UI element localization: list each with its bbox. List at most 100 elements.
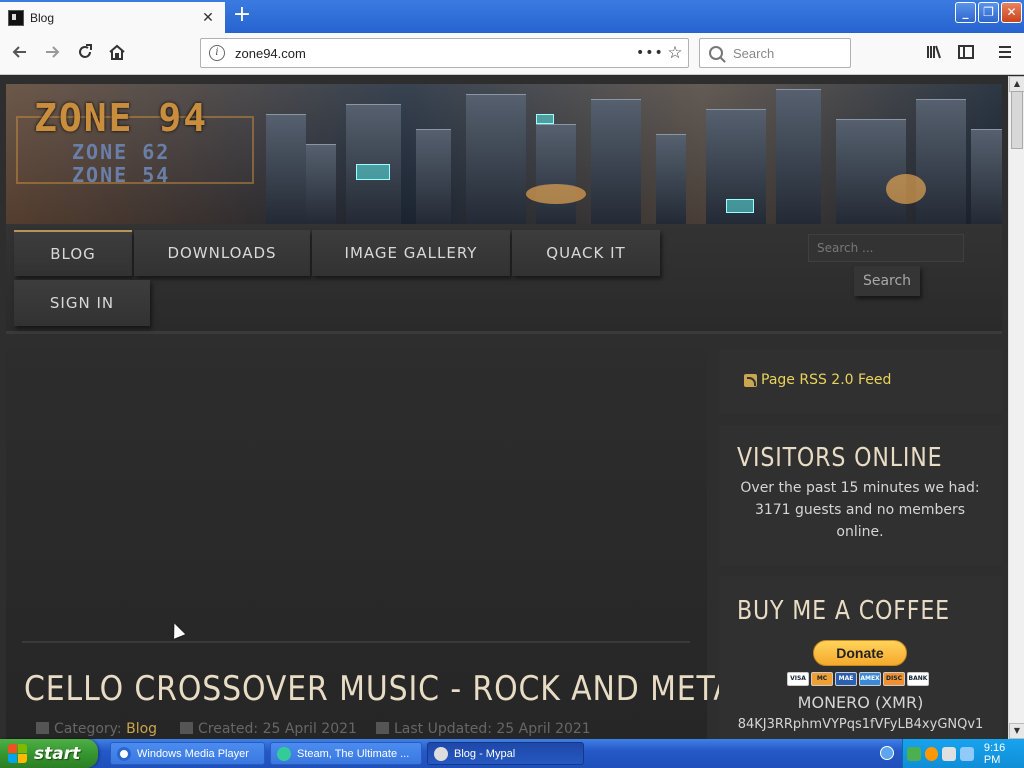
- tray-expand-icon[interactable]: [880, 746, 894, 760]
- visa-card-icon: VISA: [787, 672, 809, 686]
- forward-arrow-icon[interactable]: [40, 42, 64, 66]
- mastercard-icon: MC: [811, 672, 833, 686]
- bank-icon: BANK: [907, 672, 929, 686]
- nav-item-downloads[interactable]: DOWNLOADS: [134, 230, 310, 276]
- maestro-icon: MAE: [835, 672, 857, 686]
- nav-item-quack-it[interactable]: QUACK IT: [512, 230, 660, 276]
- amex-icon: AMEX: [859, 672, 881, 686]
- category-link[interactable]: Blog: [126, 721, 157, 737]
- page-scrollbar[interactable]: ▲ ▼: [1008, 76, 1024, 739]
- banner-building: [416, 129, 451, 224]
- coin-name: MONERO (XMR): [797, 693, 924, 712]
- site-info-icon[interactable]: i: [209, 45, 225, 61]
- back-arrow-icon[interactable]: [8, 42, 32, 66]
- banner-building: [656, 134, 686, 224]
- nav-item-sign-in[interactable]: SIGN IN: [14, 280, 150, 326]
- rss-panel: Page RSS 2.0 Feed: [719, 349, 1002, 413]
- window-controls: _ ❐ ✕: [955, 2, 1022, 23]
- banner-building: [776, 89, 821, 224]
- banner-building: [916, 99, 966, 224]
- start-button[interactable]: start: [0, 739, 98, 768]
- site-search-button[interactable]: Search: [854, 266, 920, 296]
- banner-neon-sign: [356, 164, 390, 180]
- windows-logo-icon: [8, 743, 28, 764]
- browser-toolbar: i zone94.com ••• ☆ Search: [0, 33, 1024, 75]
- start-label: start: [34, 743, 81, 764]
- browser-tab-strip: Blog ✕ + _ ❐ ✕: [0, 0, 1024, 33]
- calendar-icon: [180, 722, 193, 734]
- divider: [22, 641, 690, 643]
- media-player-icon: [117, 746, 131, 761]
- banner-building: [971, 129, 1002, 224]
- site-header-banner[interactable]: ZONE 94 ZONE 62 ZONE 54: [6, 84, 1002, 224]
- reload-icon[interactable]: [73, 42, 97, 66]
- address-bar[interactable]: i zone94.com ••• ☆: [200, 38, 689, 68]
- site-search-input[interactable]: Search ...: [808, 234, 964, 262]
- rss-link[interactable]: Page RSS 2.0 Feed: [761, 372, 891, 388]
- url-text[interactable]: zone94.com: [235, 46, 636, 61]
- volume-icon[interactable]: [942, 746, 957, 761]
- article-category: Category: Blog: [36, 721, 157, 737]
- banner-building: [591, 99, 641, 224]
- search-placeholder: Search: [733, 45, 775, 61]
- logo-subtitle: ZONE 54: [72, 163, 171, 187]
- taskbar-item-media-player[interactable]: Windows Media Player: [110, 742, 265, 765]
- taskbar-item-blog-mypal[interactable]: Blog - Mypal: [427, 742, 584, 765]
- search-icon: [709, 46, 723, 60]
- folder-icon: [36, 722, 49, 734]
- banner-light: [886, 174, 926, 204]
- scroll-down-icon[interactable]: ▼: [1009, 723, 1024, 739]
- rss-icon: [744, 374, 757, 387]
- new-tab-button[interactable]: +: [230, 4, 254, 28]
- windows-taskbar: start Windows Media Player Steam, The Ul…: [0, 739, 1024, 768]
- donate-button[interactable]: Donate: [813, 640, 907, 666]
- system-tray: 9:16 PM: [902, 739, 1024, 768]
- visitors-heading: VISITORS ONLINE: [737, 443, 943, 473]
- banner-light: [526, 184, 586, 204]
- scroll-thumb[interactable]: [1011, 91, 1023, 149]
- scroll-up-icon[interactable]: ▲: [1009, 76, 1024, 92]
- maximize-button[interactable]: ❐: [978, 2, 999, 23]
- close-tab-icon[interactable]: ✕: [199, 10, 217, 26]
- bookmark-star-icon[interactable]: ☆: [662, 43, 688, 63]
- calendar-icon: [376, 722, 389, 734]
- browser-search-input[interactable]: Search: [699, 38, 851, 68]
- browser-tab-blog[interactable]: Blog ✕: [0, 2, 225, 33]
- display-icon[interactable]: [960, 746, 974, 761]
- page-actions-icon[interactable]: •••: [636, 45, 663, 61]
- banner-building: [466, 94, 526, 224]
- steam-icon: [277, 746, 291, 761]
- home-icon[interactable]: [105, 42, 129, 66]
- tab-title: Blog: [30, 10, 55, 25]
- clock[interactable]: 9:16 PM: [984, 742, 1024, 766]
- network-icon[interactable]: [907, 746, 921, 761]
- discover-icon: DISC: [883, 672, 905, 686]
- coffee-panel: BUY ME A COFFEE Donate VISA MC MAE AMEX …: [719, 576, 1002, 739]
- article-created: Created: 25 April 2021: [180, 721, 357, 737]
- security-icon[interactable]: [924, 746, 939, 761]
- library-icon[interactable]: [922, 42, 946, 66]
- nav-item-blog[interactable]: BLOG: [14, 230, 132, 276]
- sidebar-icon[interactable]: [954, 42, 978, 66]
- article-updated: Last Updated: 25 April 2021: [376, 721, 591, 737]
- payment-cards: VISA MC MAE AMEX DISC BANK: [787, 672, 929, 686]
- site-nav: BLOG DOWNLOADS IMAGE GALLERY QUACK IT SI…: [6, 224, 1002, 334]
- close-window-button[interactable]: ✕: [1001, 2, 1022, 23]
- site-favicon-icon: [8, 9, 24, 26]
- nav-item-image-gallery[interactable]: IMAGE GALLERY: [312, 230, 510, 276]
- banner-building: [536, 124, 576, 224]
- main-content: CELLO CROSSOVER MUSIC - ROCK AND METAL C…: [6, 349, 751, 739]
- article-title[interactable]: CELLO CROSSOVER MUSIC - ROCK AND METAL: [24, 669, 752, 709]
- site-logo[interactable]: ZONE 94: [34, 96, 208, 140]
- coin-address[interactable]: 84KJ3RRphmVYPqs1fVFyLB4xyGNQv1: [719, 717, 1002, 732]
- visitors-panel: VISITORS ONLINE Over the past 15 minutes…: [719, 425, 1002, 565]
- menu-icon[interactable]: [993, 42, 1017, 66]
- visitors-text: Over the past 15 minutes we had: 3171 gu…: [740, 480, 980, 540]
- banner-building: [836, 119, 906, 224]
- banner-building: [306, 144, 336, 224]
- minimize-button[interactable]: _: [955, 2, 976, 23]
- taskbar-item-steam[interactable]: Steam, The Ultimate ...: [270, 742, 422, 765]
- mypal-icon: [434, 746, 448, 761]
- coffee-heading: BUY ME A COFFEE: [737, 596, 950, 626]
- banner-building: [266, 114, 306, 224]
